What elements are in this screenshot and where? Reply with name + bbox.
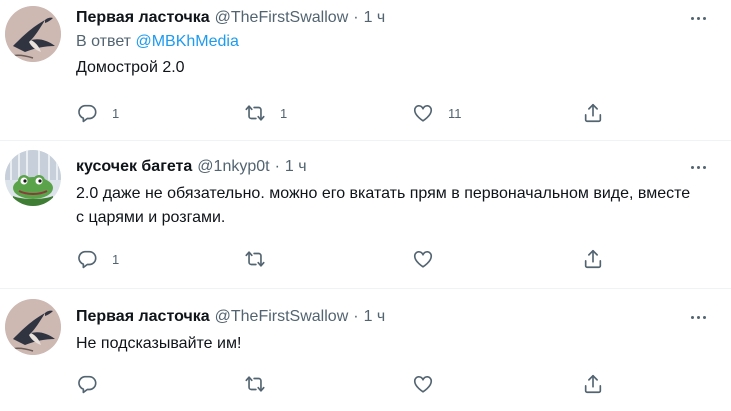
display-name[interactable]: Первая ласточка xyxy=(76,306,210,328)
like-button[interactable] xyxy=(412,248,434,270)
more-icon[interactable] xyxy=(683,156,713,178)
heart-icon xyxy=(412,102,434,124)
action-bar: 1 1 11 xyxy=(76,102,606,124)
share-icon xyxy=(582,373,604,395)
retweet-icon xyxy=(244,248,266,270)
like-button[interactable] xyxy=(412,373,434,395)
more-icon[interactable] xyxy=(683,7,713,29)
separator-dot: · xyxy=(353,9,359,26)
timestamp[interactable]: 1 ч xyxy=(285,156,307,178)
like-count: 11 xyxy=(448,105,462,121)
reply-to-link[interactable]: @MBKhMedia xyxy=(135,33,238,50)
user-handle[interactable]: @TheFirstSwallow xyxy=(215,7,349,29)
retweet-icon xyxy=(244,373,266,395)
retweet-button[interactable]: 1 xyxy=(244,102,287,124)
reply-button[interactable]: 1 xyxy=(76,102,119,124)
separator-dot: · xyxy=(274,158,280,175)
separator-dot: · xyxy=(353,308,359,325)
timestamp[interactable]: 1 ч xyxy=(364,306,386,328)
tweet-header: кусочек багета @1nkyp0t · 1 ч xyxy=(76,156,719,178)
reply-count: 1 xyxy=(112,105,120,121)
like-button[interactable]: 11 xyxy=(412,102,462,124)
tweet-header: Первая ласточка @TheFirstSwallow · 1 ч xyxy=(76,7,719,29)
timestamp[interactable]: 1 ч xyxy=(364,7,386,29)
share-icon xyxy=(582,102,604,124)
reply-button[interactable] xyxy=(76,373,98,395)
reply-count: 1 xyxy=(112,251,120,267)
reply-prefix: В ответ xyxy=(76,33,132,50)
heart-icon xyxy=(412,373,434,395)
reply-button[interactable]: 1 xyxy=(76,248,119,270)
tweet[interactable]: Первая ласточка @TheFirstSwallow · 1 ч Н… xyxy=(0,289,731,411)
avatar[interactable] xyxy=(5,299,61,355)
action-bar: 1 xyxy=(76,248,606,270)
share-button[interactable] xyxy=(582,248,604,270)
reply-icon xyxy=(76,102,98,124)
reply-icon xyxy=(76,373,98,395)
share-button[interactable] xyxy=(582,373,604,395)
tweet-header: Первая ласточка @TheFirstSwallow · 1 ч xyxy=(76,306,719,328)
retweet-icon xyxy=(244,102,266,124)
reply-icon xyxy=(76,248,98,270)
display-name[interactable]: Первая ласточка xyxy=(76,7,210,29)
display-name[interactable]: кусочек багета xyxy=(76,156,192,178)
action-bar xyxy=(76,373,606,395)
user-handle[interactable]: @TheFirstSwallow xyxy=(215,306,349,328)
tweet-text: Не подсказывайте им! xyxy=(76,335,242,352)
reply-context: В ответ @MBKhMedia xyxy=(76,31,719,53)
tweet-text: 2.0 даже не обязательно. можно его вката… xyxy=(76,185,695,226)
share-button[interactable] xyxy=(582,102,604,124)
tweet[interactable]: кусочек багета @1nkyp0t · 1 ч 2.0 даже н… xyxy=(0,141,731,289)
more-icon[interactable] xyxy=(683,306,713,328)
retweet-button[interactable] xyxy=(244,373,266,395)
tweet[interactable]: Первая ласточка @TheFirstSwallow · 1 ч В… xyxy=(0,0,731,141)
heart-icon xyxy=(412,248,434,270)
tweet-text: Домострой 2.0 xyxy=(76,59,185,76)
retweet-count: 1 xyxy=(280,105,288,121)
avatar[interactable] xyxy=(5,6,61,62)
user-handle[interactable]: @1nkyp0t xyxy=(197,156,269,178)
retweet-button[interactable] xyxy=(244,248,266,270)
share-icon xyxy=(582,248,604,270)
avatar[interactable] xyxy=(5,150,61,206)
